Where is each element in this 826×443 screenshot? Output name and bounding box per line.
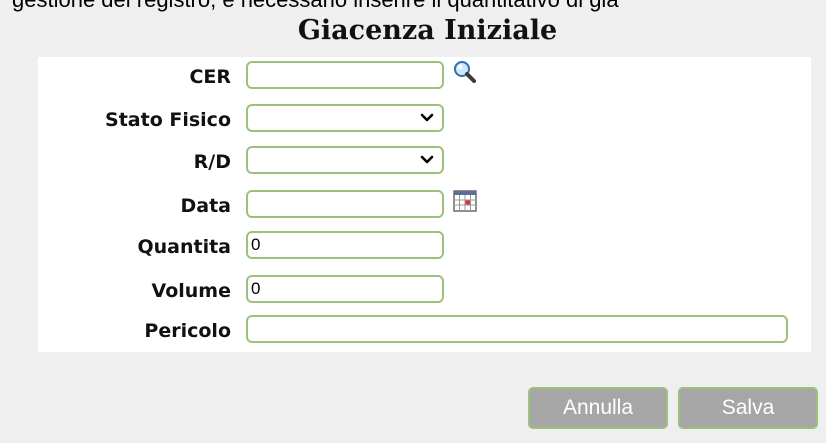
data-field[interactable] — [246, 190, 444, 218]
row-volume: Volume — [38, 275, 811, 307]
quantita-field[interactable] — [246, 231, 444, 259]
label-volume: Volume — [151, 280, 231, 302]
pericolo-input[interactable] — [248, 317, 786, 341]
row-stato-fisico: Stato Fisico — [38, 104, 811, 136]
dialog: gestione del registro, è necessario inse… — [0, 0, 826, 443]
rd-select[interactable] — [246, 146, 444, 174]
volume-field[interactable] — [246, 275, 444, 303]
data-input[interactable] — [248, 192, 442, 216]
save-button[interactable]: Salva — [678, 387, 818, 429]
label-rd-wrap: R/D — [38, 146, 231, 178]
clipped-instruction-label: gestione del registro, è necessario inse… — [12, 0, 619, 12]
row-rd: R/D — [38, 146, 811, 178]
quantita-input[interactable] — [248, 233, 442, 257]
calendar-icon[interactable] — [452, 188, 478, 214]
clipped-instruction-text: gestione del registro, è necessario inse… — [12, 0, 826, 12]
label-data-wrap: Data — [38, 190, 232, 222]
row-quantita: Quantita — [38, 231, 811, 263]
label-stato-fisico-wrap: Stato Fisico — [38, 104, 231, 136]
cer-field[interactable] — [246, 61, 444, 89]
search-icon[interactable] — [452, 59, 478, 85]
label-volume-wrap: Volume — [38, 275, 231, 307]
row-cer: CER — [38, 61, 811, 93]
label-pericolo-wrap: Pericolo — [38, 315, 231, 347]
label-stato-fisico: Stato Fisico — [105, 109, 231, 131]
dialog-title: Giacenza Iniziale — [297, 15, 558, 46]
label-quantita: Quantita — [137, 236, 231, 258]
label-quantita-wrap: Quantita — [38, 231, 231, 263]
chevron-down-icon — [420, 113, 434, 122]
form-panel: CER Stato Fisico R/D Data Quantita 0 Vol… — [38, 57, 811, 352]
cancel-button[interactable]: Annulla — [528, 387, 668, 429]
volume-input[interactable] — [248, 277, 442, 301]
chevron-down-icon — [420, 155, 434, 164]
label-cer-wrap: CER — [38, 61, 231, 93]
cer-input[interactable] — [248, 63, 442, 87]
label-rd: R/D — [193, 151, 231, 173]
label-pericolo: Pericolo — [144, 320, 231, 342]
row-data: Data — [38, 190, 811, 222]
row-pericolo: Pericolo — [38, 315, 811, 347]
label-data: Data — [180, 195, 232, 217]
stato-fisico-select[interactable] — [246, 104, 444, 132]
label-cer: CER — [189, 66, 231, 88]
pericolo-field[interactable] — [246, 315, 788, 343]
